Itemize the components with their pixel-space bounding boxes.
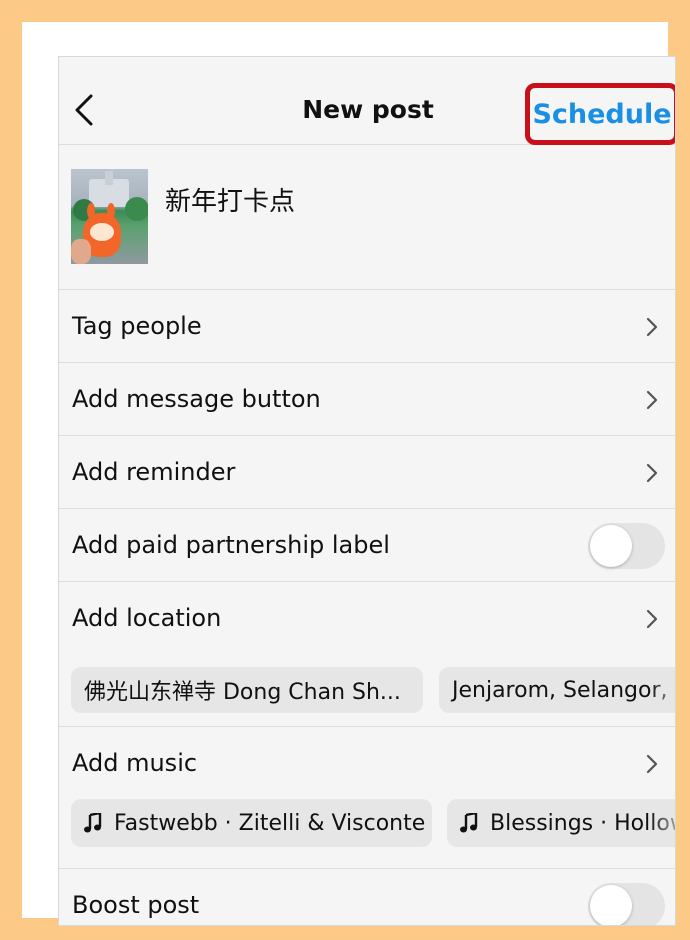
chevron-right-icon [646,463,658,483]
boost-post-row: Boost post [59,869,675,925]
music-suggestion-label: Fastwebb · Zitelli & Visconte [114,810,426,836]
paid-partnership-toggle[interactable] [588,523,665,569]
screenshot-frame: New post Schedule 新年打卡点 Tag people Add m… [22,22,676,926]
paid-partnership-row: Add paid partnership label [59,509,675,582]
location-suggestion-label: Jenjarom, Selangor, M [452,677,676,703]
add-music-label[interactable]: Add music [72,749,197,777]
add-location-section: Add location 佛光山东禅寺 Dong Chan Sh... Jenj… [59,582,676,727]
tag-people-label: Tag people [72,312,202,340]
music-suggestion-chip[interactable]: Fastwebb · Zitelli & Visconte [71,799,432,847]
chevron-right-icon [646,317,658,337]
music-suggestion-chip[interactable]: Blessings · Hollow [447,799,675,847]
toggle-knob [590,525,632,567]
header: New post Schedule [59,57,675,145]
add-location-label[interactable]: Add location [72,604,221,632]
schedule-button[interactable]: Schedule [525,83,675,145]
boost-post-label: Boost post [72,891,200,919]
post-preview: 新年打卡点 [59,145,675,290]
add-reminder-row[interactable]: Add reminder [59,436,675,509]
add-reminder-label: Add reminder [72,458,236,486]
location-suggestion-label: 佛光山东禅寺 Dong Chan Sh... [84,680,401,705]
location-suggestion-chip[interactable]: 佛光山东禅寺 Dong Chan Sh... [71,667,423,713]
app-screen: New post Schedule 新年打卡点 Tag people Add m… [58,56,676,926]
music-note-icon [84,813,102,833]
add-message-button-label: Add message button [72,385,321,413]
music-note-icon [460,813,478,833]
chevron-right-icon [646,390,658,410]
add-music-section: Add music Fastwebb · Zitelli & Visconte … [59,727,675,869]
post-caption[interactable]: 新年打卡点 [165,181,295,218]
tag-people-row[interactable]: Tag people [59,290,675,363]
toggle-knob [590,885,632,925]
location-suggestion-chip[interactable]: Jenjarom, Selangor, M [439,667,676,713]
post-thumbnail[interactable] [71,169,148,264]
chevron-right-icon[interactable] [645,753,659,775]
add-message-button-row[interactable]: Add message button [59,363,675,436]
paid-partnership-label: Add paid partnership label [72,531,390,559]
boost-post-toggle[interactable] [588,883,665,925]
chevron-right-icon[interactable] [645,608,659,630]
